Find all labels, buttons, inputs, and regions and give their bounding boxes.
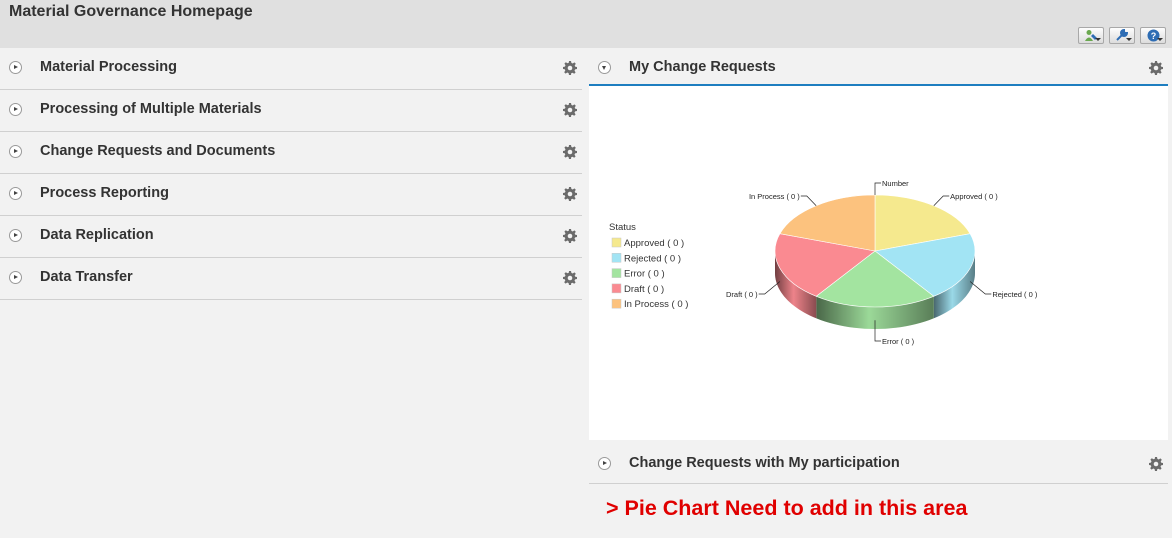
- panel-title[interactable]: Data Transfer: [40, 269, 133, 285]
- help-button[interactable]: ?: [1140, 27, 1166, 44]
- expand-icon[interactable]: [9, 229, 22, 242]
- legend-swatch: [611, 253, 622, 263]
- gear-icon[interactable]: [1148, 456, 1164, 472]
- panel-material-processing[interactable]: Material Processing: [0, 48, 582, 90]
- annotation-text: > Pie Chart Need to add in this area: [606, 496, 968, 520]
- legend-swatch: [611, 283, 622, 294]
- panel-title[interactable]: Change Requests and Documents: [40, 143, 275, 159]
- chart-container: Status Approved ( 0 ) Rejected ( 0 ) Error…: [589, 86, 1168, 440]
- label-leader-line: [758, 281, 781, 295]
- chart-legend: Status Approved ( 0 ) Rejected ( 0 ) Error…: [609, 222, 688, 310]
- panel-change-requests-documents[interactable]: Change Requests and Documents: [0, 132, 582, 174]
- panel-title[interactable]: My Change Requests: [629, 59, 776, 75]
- gear-icon[interactable]: [562, 228, 578, 244]
- legend-label: Draft ( 0 ): [624, 284, 664, 295]
- panel-process-reporting[interactable]: Process Reporting: [0, 174, 582, 216]
- expand-icon[interactable]: [598, 457, 611, 470]
- left-panel-column: Material Processing Processing of Multip…: [0, 48, 582, 300]
- gear-icon[interactable]: [1148, 60, 1164, 76]
- panel-title[interactable]: Change Requests with My participation: [629, 455, 900, 471]
- right-panel-column: My Change Requests Status Approved ( 0 )…: [589, 48, 1168, 440]
- gear-icon[interactable]: [562, 102, 578, 118]
- expand-icon[interactable]: [9, 103, 22, 116]
- gear-icon[interactable]: [562, 60, 578, 76]
- expand-icon[interactable]: [9, 187, 22, 200]
- expand-icon[interactable]: [9, 145, 22, 158]
- pie-slice-label: Approved ( 0 ): [950, 192, 998, 201]
- gear-icon[interactable]: [562, 186, 578, 202]
- series-label-leader: [874, 182, 881, 195]
- pie-slice-label: Draft ( 0 ): [726, 290, 758, 299]
- pie-top: [774, 194, 976, 308]
- settings-button[interactable]: [1109, 27, 1135, 44]
- page-title: Material Governance Homepage: [9, 3, 253, 20]
- legend-label: Approved ( 0 ): [624, 238, 684, 249]
- dropdown-caret-icon: [1126, 38, 1132, 41]
- panel-processing-multiple-materials[interactable]: Processing of Multiple Materials: [0, 90, 582, 132]
- label-leader-line: [800, 195, 817, 206]
- panel-title[interactable]: Processing of Multiple Materials: [40, 101, 262, 117]
- panel-title[interactable]: Data Replication: [40, 227, 154, 243]
- panel-data-transfer[interactable]: Data Transfer: [0, 258, 582, 300]
- legend-label: Error ( 0 ): [624, 269, 665, 280]
- panel-title[interactable]: Process Reporting: [40, 185, 169, 201]
- panel-change-requests-participation[interactable]: Change Requests with My participation: [589, 444, 1168, 484]
- panel-my-change-requests[interactable]: My Change Requests: [589, 48, 1168, 86]
- legend-label: Rejected ( 0 ): [624, 253, 681, 264]
- expand-icon[interactable]: [9, 271, 22, 284]
- gear-icon[interactable]: [562, 144, 578, 160]
- legend-swatch: [611, 268, 622, 278]
- pie-slice-label: Rejected ( 0 ): [992, 290, 1038, 299]
- panel-data-replication[interactable]: Data Replication: [0, 216, 582, 258]
- dropdown-caret-icon: [1157, 38, 1163, 41]
- header-bar: Material Governance Homepage ?: [0, 0, 1172, 48]
- legend-swatch: [611, 237, 622, 248]
- label-leader-line: [933, 195, 950, 206]
- personalize-button[interactable]: [1078, 27, 1104, 44]
- dropdown-caret-icon: [1095, 38, 1101, 41]
- svg-text:?: ?: [1150, 31, 1156, 41]
- series-label: Number: [882, 179, 909, 188]
- status-pie-chart: Status Approved ( 0 ) Rejected ( 0 ) Error…: [609, 179, 1038, 346]
- pie-slice-label: Error ( 0 ): [882, 337, 915, 346]
- gear-icon[interactable]: [562, 270, 578, 286]
- expand-icon[interactable]: [9, 61, 22, 74]
- label-leader-line: [969, 281, 992, 295]
- legend-label: In Process ( 0 ): [624, 299, 688, 310]
- legend-swatch: [611, 298, 622, 309]
- pie-slice-label: In Process ( 0 ): [749, 192, 800, 201]
- legend-title: Status: [609, 222, 636, 233]
- header-toolbar: ?: [1078, 27, 1166, 44]
- panel-title[interactable]: Material Processing: [40, 59, 177, 75]
- collapse-icon[interactable]: [598, 61, 611, 74]
